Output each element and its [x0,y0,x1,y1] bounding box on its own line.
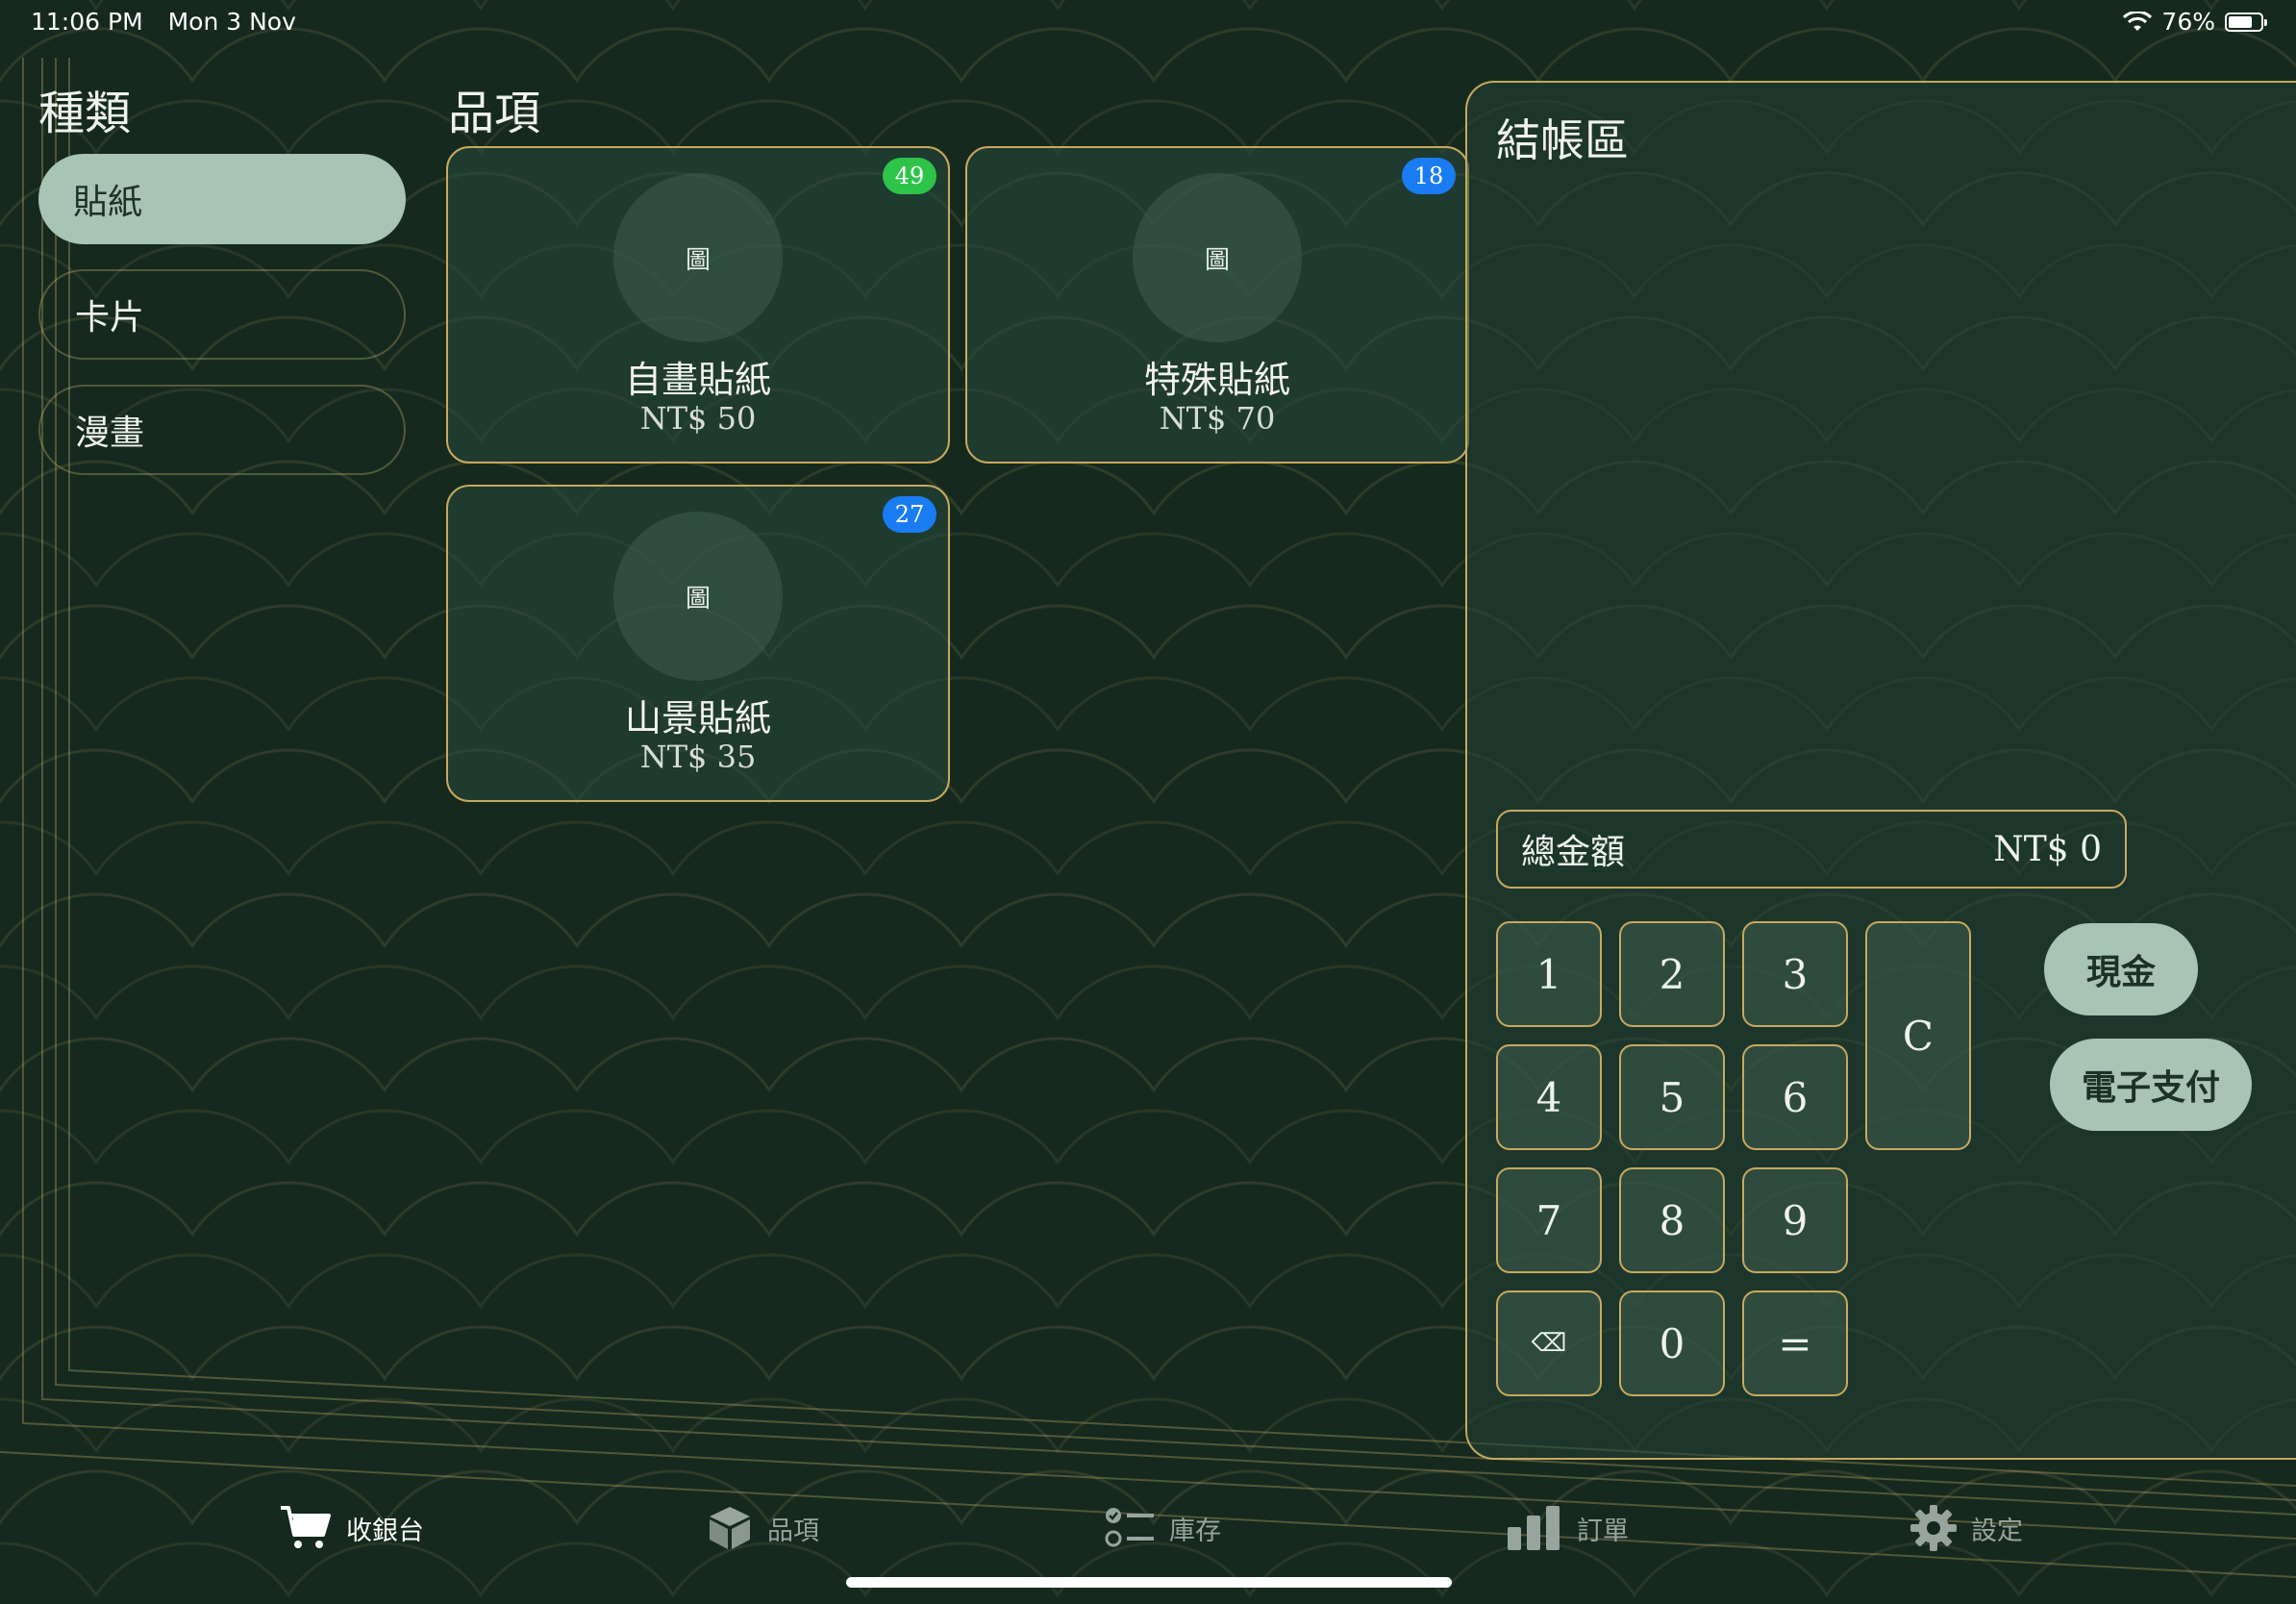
tab-label: 品項 [767,1516,819,1546]
bar-chart-icon [1508,1506,1560,1550]
item-name: 山景貼紙 [624,697,771,739]
item-price: NT$ 35 [639,739,757,775]
wifi-icon [2123,11,2153,31]
category-stickers[interactable]: 貼紙 [38,154,406,244]
tab-label: 設定 [1971,1516,2023,1546]
total-label: 總金額 [1521,833,1626,872]
cash-button[interactable]: 現金 [2044,923,2198,1015]
item-name: 特殊貼紙 [1143,359,1290,401]
stock-badge: 27 [883,496,936,533]
keypad-0[interactable]: 0 [1619,1291,1725,1396]
checklist-icon [1105,1508,1154,1547]
tab-label: 訂單 [1577,1516,1629,1546]
category-comics[interactable]: 漫畫 [38,385,406,475]
item-image-placeholder: 圖 [613,173,783,342]
tab-orders[interactable]: 訂單 [1506,1504,1629,1552]
category-label: 漫畫 [75,414,145,453]
item-card[interactable]: 圖 49 自畫貼紙 NT$ 50 [446,146,950,464]
category-label: 貼紙 [73,183,143,222]
keypad-1[interactable]: 1 [1496,921,1602,1027]
item-name: 自畫貼紙 [624,359,771,401]
keypad-9[interactable]: 9 [1742,1167,1848,1273]
stock-badge: 49 [883,158,936,194]
keypad-2[interactable]: 2 [1619,921,1725,1027]
tab-inventory[interactable]: 庫存 [1104,1504,1221,1552]
home-indicator[interactable] [846,1577,1452,1588]
category-label: 卡片 [75,298,145,338]
item-price: NT$ 70 [1159,400,1276,437]
total-amount-field: 總金額 NT$ 0 [1496,810,2127,889]
total-value: NT$ 0 [1993,829,2102,869]
keypad-backspace[interactable]: ⌫ [1496,1291,1602,1396]
status-bar-right: 76% [2123,8,2267,36]
cart-icon [281,1506,331,1548]
item-image-placeholder: 圖 [1133,173,1302,342]
keypad-7[interactable]: 7 [1496,1167,1602,1273]
gear-icon [1910,1505,1957,1551]
keypad-5[interactable]: 5 [1619,1044,1725,1150]
tab-checkout[interactable]: 收銀台 [279,1504,424,1552]
tab-label: 收銀台 [346,1516,424,1546]
item-card[interactable]: 圖 18 特殊貼紙 NT$ 70 [965,146,1469,464]
keypad-8[interactable]: 8 [1619,1167,1725,1273]
item-image-placeholder: 圖 [613,512,783,681]
tab-label: 庫存 [1169,1516,1221,1546]
keypad-3[interactable]: 3 [1742,921,1848,1027]
tab-items[interactable]: 品項 [706,1504,819,1552]
checkout-title: 結帳區 [1496,114,1629,166]
category-cards[interactable]: 卡片 [38,269,406,360]
status-bar-left: 11:06 PM Mon 3 Nov [31,8,313,36]
checkout-panel: 結帳區 總金額 NT$ 0 1 2 3 C 4 5 6 7 8 9 ⌫ 0 = … [1465,81,2296,1460]
keypad-clear[interactable]: C [1865,921,1971,1150]
status-date: Mon 3 Nov [167,8,296,36]
battery-icon [2225,12,2267,32]
stock-badge: 18 [1402,158,1456,194]
categories-title: 種類 [38,87,132,140]
item-card[interactable]: 圖 27 山景貼紙 NT$ 35 [446,485,950,802]
epay-button[interactable]: 電子支付 [2050,1039,2252,1131]
keypad-6[interactable]: 6 [1742,1044,1848,1150]
keypad-equals[interactable]: = [1742,1291,1848,1396]
status-time: 11:06 PM [31,8,143,36]
items-title: 品項 [448,87,541,140]
battery-percent: 76% [2161,8,2215,36]
keypad-4[interactable]: 4 [1496,1044,1602,1150]
tab-settings[interactable]: 設定 [1909,1504,2023,1552]
box-icon [710,1507,750,1549]
item-price: NT$ 50 [639,400,757,437]
